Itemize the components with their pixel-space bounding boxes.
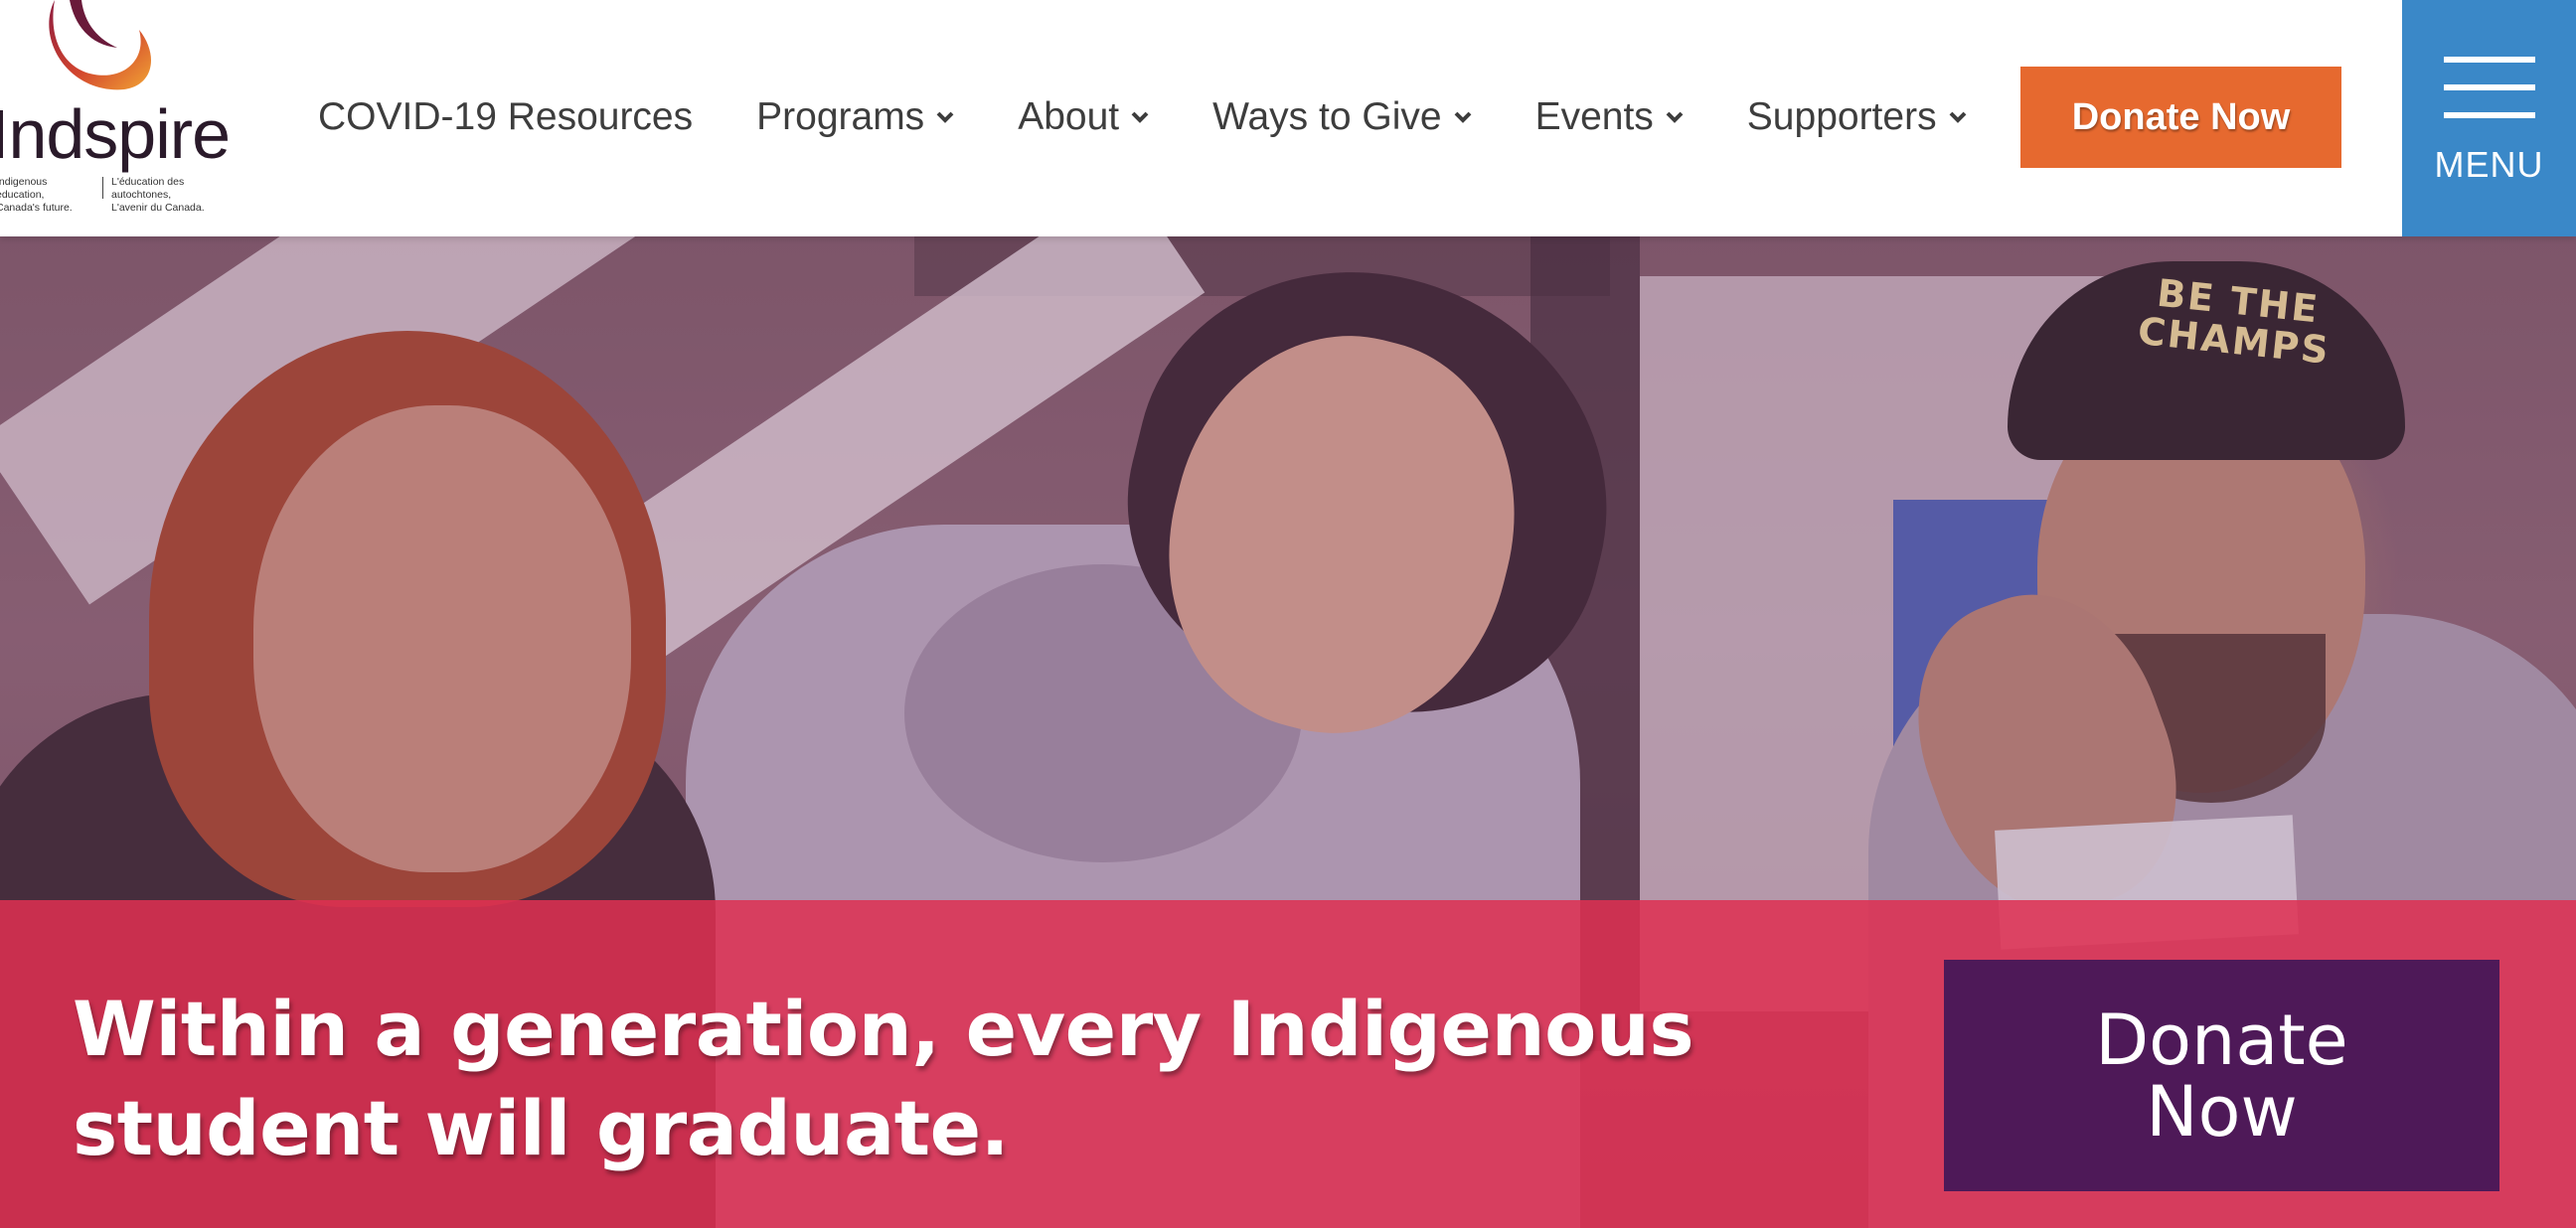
hero-banner: Within a generation, every Indigenous st… bbox=[0, 900, 2576, 1228]
nav-item-covid-19-resources[interactable]: COVID-19 Resources bbox=[318, 77, 693, 157]
logo-divider bbox=[102, 177, 103, 199]
logo-wordmark: Indspire bbox=[0, 95, 231, 173]
hero-section: BE THE CHAMPS Within a generation, every… bbox=[0, 236, 2576, 1228]
menu-button[interactable]: MENU bbox=[2402, 0, 2576, 236]
main-nav: COVID-19 Resources Programs About Ways t… bbox=[318, 0, 2030, 234]
hero-donate-now-button[interactable]: Donate Now bbox=[1944, 960, 2499, 1191]
nav-item-label: About bbox=[1018, 95, 1120, 138]
hero-tagline: Within a generation, every Indigenous st… bbox=[73, 985, 1694, 1172]
nav-item-label: Programs bbox=[756, 95, 925, 138]
indspire-logo[interactable]: Indspire Indigenous education, Canada's … bbox=[0, 0, 248, 219]
chevron-down-icon bbox=[1454, 111, 1472, 123]
logo-tagline-fr: L'éducation des autochtones, L'avenir du… bbox=[111, 176, 205, 214]
nav-item-ways-to-give[interactable]: Ways to Give bbox=[1212, 77, 1471, 157]
chevron-down-icon bbox=[936, 111, 954, 123]
nav-item-events[interactable]: Events bbox=[1535, 77, 1684, 157]
nav-item-about[interactable]: About bbox=[1018, 77, 1149, 157]
donate-now-button[interactable]: Donate Now bbox=[2020, 67, 2341, 168]
chevron-down-icon bbox=[1131, 111, 1149, 123]
hamburger-icon bbox=[2444, 57, 2535, 140]
chevron-down-icon bbox=[1949, 111, 1967, 123]
site-header: Indspire Indigenous education, Canada's … bbox=[0, 0, 2576, 236]
nav-item-label: COVID-19 Resources bbox=[318, 95, 694, 138]
logo-swoosh-icon bbox=[49, 0, 151, 90]
menu-label: MENU bbox=[2434, 144, 2544, 185]
nav-item-label: Ways to Give bbox=[1212, 95, 1442, 138]
nav-item-label: Supporters bbox=[1746, 95, 1937, 138]
chevron-down-icon bbox=[1666, 111, 1684, 123]
nav-item-supporters[interactable]: Supporters bbox=[1747, 77, 1967, 157]
logo-tagline-en: Indigenous education, Canada's future. bbox=[0, 176, 73, 214]
nav-item-programs[interactable]: Programs bbox=[756, 77, 954, 157]
nav-item-label: Events bbox=[1534, 95, 1654, 138]
